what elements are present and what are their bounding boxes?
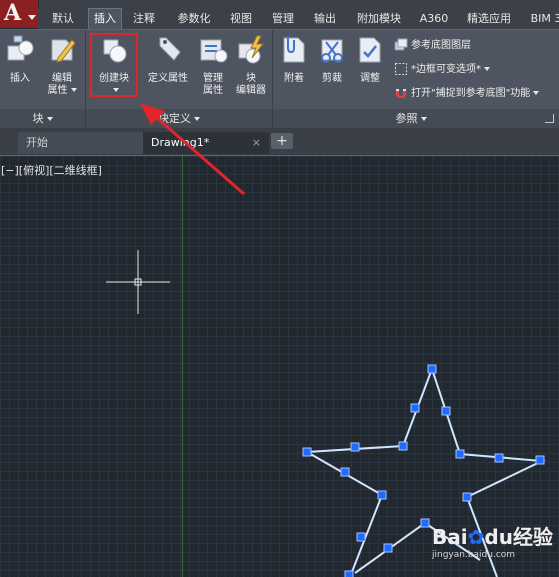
watermark-sub: jingyan.baidu.com bbox=[432, 550, 516, 560]
annotation-arrow bbox=[140, 103, 245, 196]
paw-icon: ✿ bbox=[467, 525, 485, 549]
autocad-window: A 默认 插入 注释 参数化 视图 管理 输出 附加模块 A360 精选应用 B… bbox=[0, 0, 559, 577]
baidu-jingyan-watermark: Bai✿du经验 jingyan.baidu.com bbox=[432, 521, 553, 560]
watermark-main: Bai✿du经验 bbox=[432, 525, 553, 549]
